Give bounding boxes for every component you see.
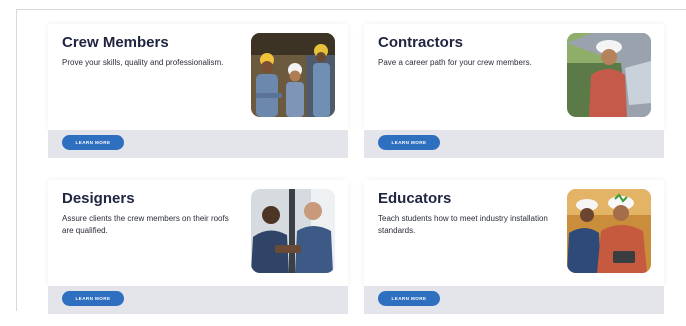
card-title: Educators <box>378 190 452 207</box>
crew-members-photo <box>251 33 335 117</box>
card-contractors: Contractors Pave a career path for your … <box>364 24 664 170</box>
card-description: Pave a career path for your crew members… <box>378 58 532 67</box>
learn-more-button[interactable]: LEARN MORE <box>378 291 440 306</box>
divider <box>16 9 686 10</box>
card-description: Teach students how to meet industry inst… <box>378 214 548 235</box>
card-title: Crew Members <box>62 34 169 51</box>
divider <box>16 9 17 311</box>
card-description: Prove your skills, quality and professio… <box>62 58 224 67</box>
designers-photo <box>251 189 335 273</box>
learn-more-button[interactable]: LEARN MORE <box>62 291 124 306</box>
card-educators: Educators Teach students how to meet ind… <box>364 180 664 326</box>
learn-more-button[interactable]: LEARN MORE <box>62 135 124 150</box>
card-description: Assure clients the crew members on their… <box>62 214 229 235</box>
card-title: Contractors <box>378 34 464 51</box>
educators-photo <box>567 189 651 273</box>
contractor-photo <box>567 33 651 117</box>
card-title: Designers <box>62 190 135 207</box>
audience-cards-page: Crew Members Prove your skills, quality … <box>0 0 686 314</box>
card-crew-members: Crew Members Prove your skills, quality … <box>48 24 348 170</box>
learn-more-button[interactable]: LEARN MORE <box>378 135 440 150</box>
card-designers: Designers Assure clients the crew member… <box>48 180 348 326</box>
